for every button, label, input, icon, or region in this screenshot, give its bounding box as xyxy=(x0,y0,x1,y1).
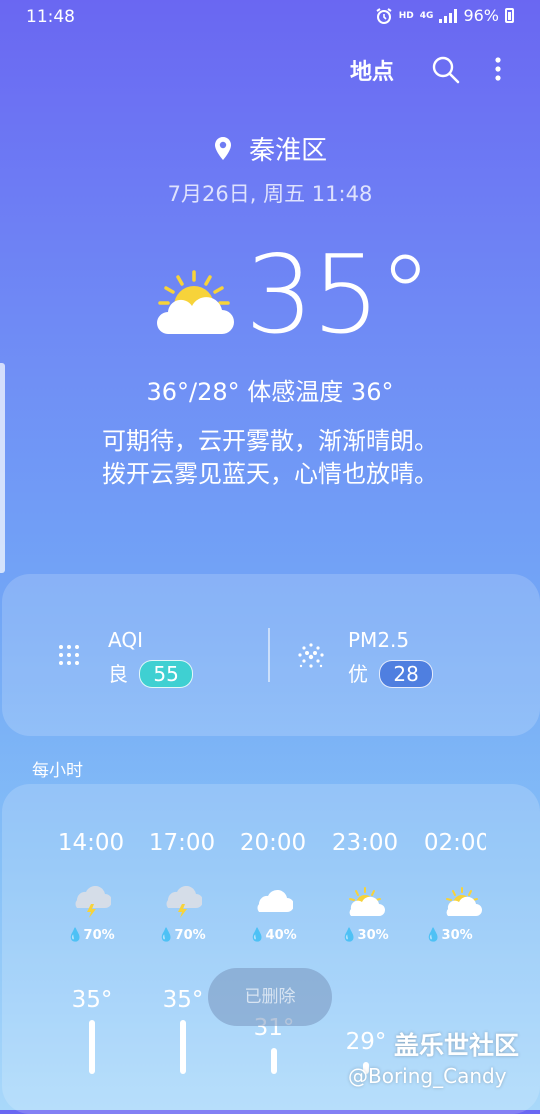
edge-panel-handle[interactable] xyxy=(0,363,5,573)
hour-precipitation: 💧30% xyxy=(341,928,389,943)
pm25-icon xyxy=(298,643,324,668)
hour-time: 23:00 xyxy=(331,830,399,856)
partly-sunny-icon xyxy=(446,887,482,916)
location-title[interactable]: 秦淮区 xyxy=(0,130,540,167)
pm25-value-badge: 28 xyxy=(379,660,434,688)
hour-item[interactable]: 02:00 💧30% xyxy=(412,830,486,943)
description-line-2: 拨开云雾见蓝天，心情也放晴。 xyxy=(102,460,438,488)
hour-time: 20:00 xyxy=(239,830,307,856)
hour-precipitation: 💧30% xyxy=(425,928,473,943)
pm25-label: PM2.5 xyxy=(348,628,410,652)
current-temperature: 35° xyxy=(245,233,432,358)
hi-lo-feels-like: 36°/28° 体感温度 36° xyxy=(146,378,394,406)
location-pin-icon xyxy=(214,136,231,160)
hour-temp-bar xyxy=(89,1020,95,1074)
hour-item[interactable]: 17:00 💧70% xyxy=(137,830,227,943)
status-bar: 11:48 HD 4G 96% xyxy=(0,0,540,34)
description-line-1: 可期待，云开雾散，渐渐晴朗。 xyxy=(102,427,438,455)
hour-item[interactable]: 14:00 💧70% xyxy=(46,830,136,943)
hour-precipitation: 💧40% xyxy=(249,928,297,943)
partly-sunny-icon xyxy=(349,887,385,916)
aqi-label: AQI xyxy=(108,628,143,652)
pm25-state: 优 xyxy=(348,662,368,686)
hour-precipitation: 💧70% xyxy=(158,928,206,943)
hour-item[interactable]: 20:00 💧40% xyxy=(228,830,318,943)
hour-temp-bar xyxy=(271,1048,277,1074)
status-time: 11:48 xyxy=(26,7,75,27)
aqi-state: 良 xyxy=(108,662,128,686)
hour-item[interactable]: 23:00 💧30% xyxy=(320,830,410,943)
status-icons: HD 4G 96% xyxy=(375,6,514,25)
thunderstorm-icon xyxy=(166,885,203,918)
hour-time: 17:00 xyxy=(148,830,216,856)
alarm-icon xyxy=(376,7,392,24)
battery-percent: 96% xyxy=(463,6,499,25)
hour-temp: 29° xyxy=(345,1029,387,1055)
hd-indicator: HD xyxy=(398,10,414,21)
hour-precipitation: 💧70% xyxy=(67,928,115,943)
air-divider xyxy=(268,628,270,682)
hour-temp: 35° xyxy=(71,987,113,1013)
aqi-value-badge: 55 xyxy=(139,660,194,688)
aqi-reading: 良 55 xyxy=(108,658,194,688)
network-indicator: 4G xyxy=(419,10,434,21)
more-vertical-icon[interactable] xyxy=(488,55,508,85)
weather-description: 可期待，云开雾散，渐渐晴朗。 拨开云雾见蓝天，心情也放晴。 xyxy=(0,425,540,491)
pm25-reading: 优 28 xyxy=(348,658,434,688)
hourly-title: 每小时 xyxy=(32,761,83,781)
partly-sunny-icon xyxy=(157,270,234,334)
aqi-icon xyxy=(59,645,79,665)
deleted-toast: 已删除 xyxy=(208,968,332,1026)
watermark-community: 盖乐世社区 xyxy=(394,1031,520,1060)
cloudy-icon xyxy=(257,889,294,912)
hour-temp: 35° xyxy=(162,987,204,1013)
search-icon[interactable] xyxy=(430,54,462,86)
locations-button[interactable]: 地点 xyxy=(350,54,394,86)
hour-time: 02:00 xyxy=(423,830,486,856)
location-name: 秦淮区 xyxy=(249,136,328,166)
battery-icon xyxy=(505,8,514,23)
signal-icon xyxy=(439,8,458,23)
hour-time: 14:00 xyxy=(57,830,125,856)
update-datetime: 7月26日, 周五 11:48 xyxy=(167,182,373,206)
thunderstorm-icon xyxy=(75,885,112,918)
hour-temp-bar xyxy=(180,1020,186,1074)
watermark-author: @Boring_Candy xyxy=(348,1064,507,1088)
